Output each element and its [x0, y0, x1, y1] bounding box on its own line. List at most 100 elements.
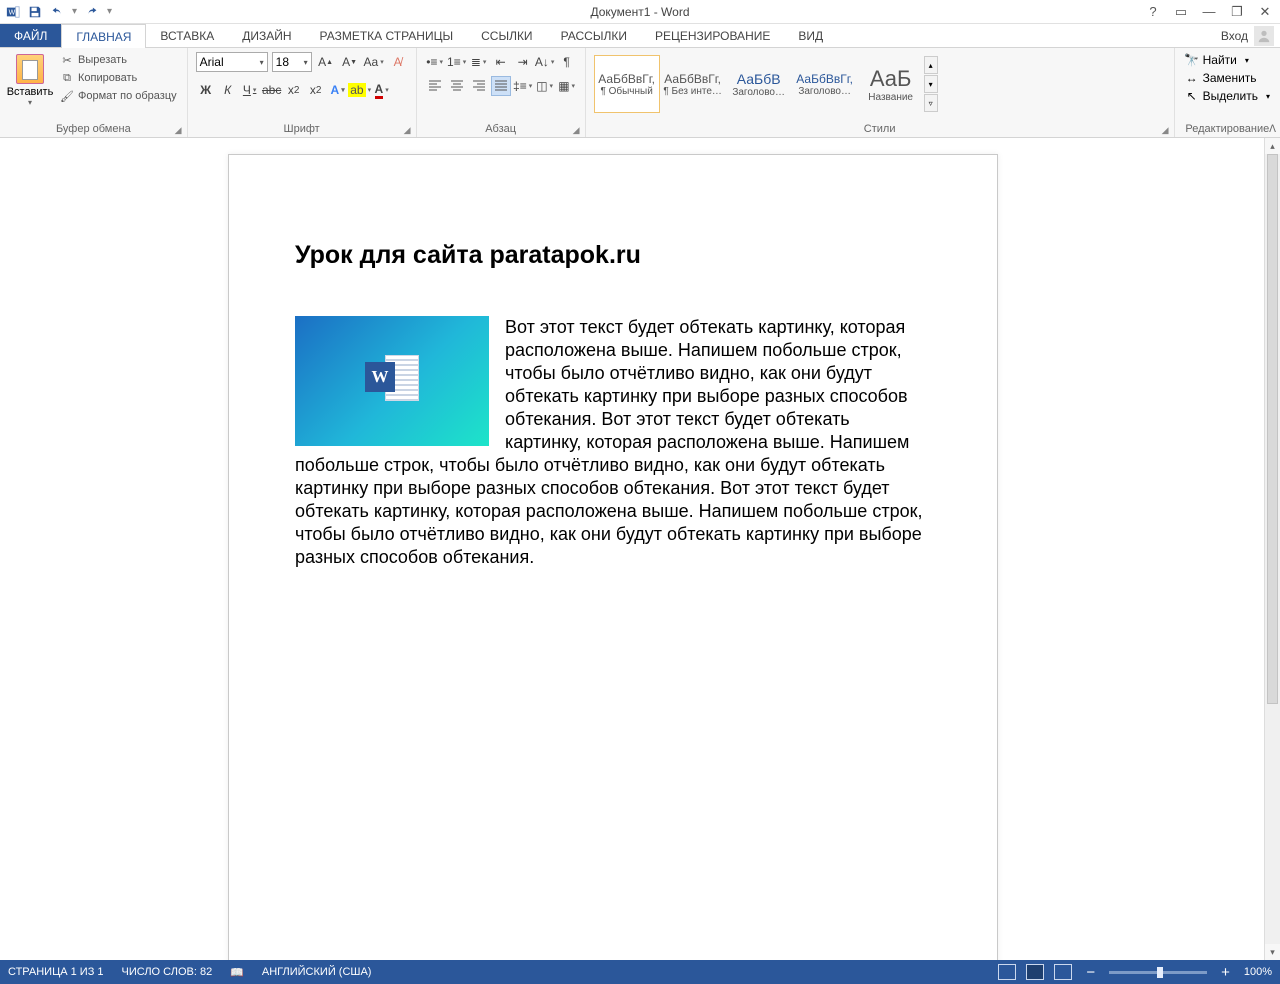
inserted-image[interactable]: W — [295, 316, 489, 446]
vertical-scrollbar[interactable]: ▴ ▾ — [1264, 138, 1280, 960]
clipboard-launcher-icon[interactable]: ◢ — [175, 125, 185, 135]
sort-button[interactable]: A↓ — [535, 52, 555, 72]
cut-button[interactable]: ✂Вырезать — [58, 52, 179, 68]
status-page[interactable]: СТРАНИЦА 1 ИЗ 1 — [8, 966, 104, 978]
line-spacing-button[interactable]: ‡≡ — [513, 76, 533, 96]
zoom-level[interactable]: 100% — [1244, 966, 1272, 978]
tab-file[interactable]: ФАЙЛ — [0, 24, 61, 47]
tab-home[interactable]: ГЛАВНАЯ — [61, 24, 146, 48]
shading-button[interactable]: ◫ — [535, 76, 555, 96]
strikethrough-button[interactable]: abc — [262, 80, 282, 100]
document-canvas[interactable]: Урок для сайта paratapok.ru W Вот этот т… — [0, 138, 1264, 960]
copy-button[interactable]: ⧉Копировать — [58, 70, 179, 86]
binoculars-icon: 🔭 — [1185, 53, 1199, 67]
view-web-icon[interactable] — [1054, 964, 1072, 980]
minimize-icon[interactable]: — — [1200, 3, 1218, 21]
status-language[interactable]: АНГЛИЙСКИЙ (США) — [262, 966, 372, 978]
qat-dropdown-icon[interactable]: ▾ — [72, 6, 77, 17]
scroll-down-icon[interactable]: ▾ — [1265, 944, 1280, 960]
tab-view[interactable]: ВИД — [784, 24, 837, 47]
replace-button[interactable]: ↔Заменить — [1183, 70, 1272, 86]
undo-icon[interactable] — [48, 3, 66, 21]
multilevel-button[interactable]: ≣ — [469, 52, 489, 72]
view-print-icon[interactable] — [1026, 964, 1044, 980]
styles-expand[interactable]: ▿ — [924, 94, 938, 112]
styles-scroll-down[interactable]: ▾ — [924, 75, 938, 93]
paste-button[interactable]: Вставить ▾ — [8, 52, 52, 121]
zoom-slider-thumb[interactable] — [1157, 967, 1163, 978]
font-size-combo[interactable]: 18▾ — [272, 52, 312, 72]
show-marks-button[interactable]: ¶ — [557, 52, 577, 72]
scroll-thumb[interactable] — [1267, 154, 1278, 704]
tab-insert[interactable]: ВСТАВКА — [146, 24, 228, 47]
paragraph-launcher-icon[interactable]: ◢ — [573, 125, 583, 135]
style-no-spacing[interactable]: АаБбВвГг,¶ Без инте… — [660, 55, 726, 113]
zoom-out-button[interactable]: − — [1082, 964, 1099, 981]
restore-icon[interactable]: ❐ — [1228, 3, 1246, 21]
superscript-button[interactable]: x2 — [306, 80, 326, 100]
tab-layout[interactable]: РАЗМЕТКА СТРАНИЦЫ — [306, 24, 468, 47]
align-center-button[interactable] — [447, 76, 467, 96]
find-label: Найти — [1203, 53, 1237, 67]
align-left-button[interactable] — [425, 76, 445, 96]
tab-design[interactable]: ДИЗАЙН — [228, 24, 305, 47]
find-button[interactable]: 🔭Найти▾ — [1183, 52, 1272, 68]
grow-font-button[interactable]: A▲ — [316, 52, 336, 72]
tab-references[interactable]: ССЫЛКИ — [467, 24, 546, 47]
numbering-button[interactable]: 1≡ — [447, 52, 467, 72]
ribbon-tabs: ФАЙЛ ГЛАВНАЯ ВСТАВКА ДИЗАЙН РАЗМЕТКА СТР… — [0, 24, 1280, 48]
word-app-icon[interactable]: W — [4, 3, 22, 21]
bold-button[interactable]: Ж — [196, 80, 216, 100]
font-color-button[interactable]: A — [372, 80, 392, 100]
save-icon[interactable] — [26, 3, 44, 21]
format-painter-button[interactable]: 🖌Формат по образцу — [58, 88, 179, 104]
close-icon[interactable]: ✕ — [1256, 3, 1274, 21]
highlight-button[interactable]: ab — [350, 80, 370, 100]
help-icon[interactable]: ? — [1144, 3, 1162, 21]
signin-link[interactable]: Вход — [1221, 29, 1248, 43]
increase-indent-button[interactable]: ⇥ — [513, 52, 533, 72]
style-name: Заголово… — [732, 87, 785, 98]
change-case-button[interactable]: Aa — [364, 52, 384, 72]
underline-button[interactable]: Ч — [240, 80, 260, 100]
style-heading2[interactable]: АаБбВвГг,Заголово… — [792, 55, 858, 113]
format-painter-label: Формат по образцу — [78, 90, 177, 102]
text-effects-button[interactable]: A — [328, 80, 348, 100]
borders-button[interactable]: ▦ — [557, 76, 577, 96]
subscript-button[interactable]: x2 — [284, 80, 304, 100]
document-heading[interactable]: Урок для сайта paratapok.ru — [295, 241, 931, 270]
status-words[interactable]: ЧИСЛО СЛОВ: 82 — [122, 966, 213, 978]
style-normal[interactable]: АаБбВвГг,¶ Обычный — [594, 55, 660, 113]
select-button[interactable]: ↖Выделить▾ — [1183, 88, 1272, 104]
zoom-in-button[interactable]: + — [1217, 964, 1234, 981]
align-right-button[interactable] — [469, 76, 489, 96]
document-body[interactable]: W Вот этот текст будет обтекать картинку… — [295, 316, 931, 569]
italic-button[interactable]: К — [218, 80, 238, 100]
view-read-icon[interactable] — [998, 964, 1016, 980]
qat-customize-icon[interactable]: ▾ — [107, 6, 112, 17]
styles-launcher-icon[interactable]: ◢ — [1162, 125, 1172, 135]
tab-review[interactable]: РЕЦЕНЗИРОВАНИЕ — [641, 24, 784, 47]
bullets-button[interactable]: •≡ — [425, 52, 445, 72]
style-name: Заголово… — [798, 86, 851, 97]
page[interactable]: Урок для сайта paratapok.ru W Вот этот т… — [228, 154, 998, 960]
decrease-indent-button[interactable]: ⇤ — [491, 52, 511, 72]
collapse-ribbon-icon[interactable]: ᐱ — [1269, 124, 1276, 135]
shrink-font-button[interactable]: A▼ — [340, 52, 360, 72]
status-proofing-icon[interactable]: 📖 — [230, 966, 244, 979]
style-heading1[interactable]: АаБбВЗаголово… — [726, 55, 792, 113]
scroll-up-icon[interactable]: ▴ — [1265, 138, 1280, 154]
clear-formatting-button[interactable]: A̸ — [388, 52, 408, 72]
style-title[interactable]: АаБНазвание — [858, 55, 924, 113]
font-name-combo[interactable]: Arial▾ — [196, 52, 268, 72]
cursor-icon: ↖ — [1185, 89, 1199, 103]
tab-mailings[interactable]: РАССЫЛКИ — [547, 24, 641, 47]
redo-icon[interactable] — [83, 3, 101, 21]
font-launcher-icon[interactable]: ◢ — [404, 125, 414, 135]
ribbon-display-icon[interactable]: ▭ — [1172, 3, 1190, 21]
justify-button[interactable] — [491, 76, 511, 96]
svg-text:W: W — [9, 9, 16, 16]
styles-scroll-up[interactable]: ▴ — [924, 56, 938, 74]
user-avatar-icon[interactable] — [1254, 26, 1274, 46]
zoom-slider[interactable] — [1109, 971, 1207, 974]
